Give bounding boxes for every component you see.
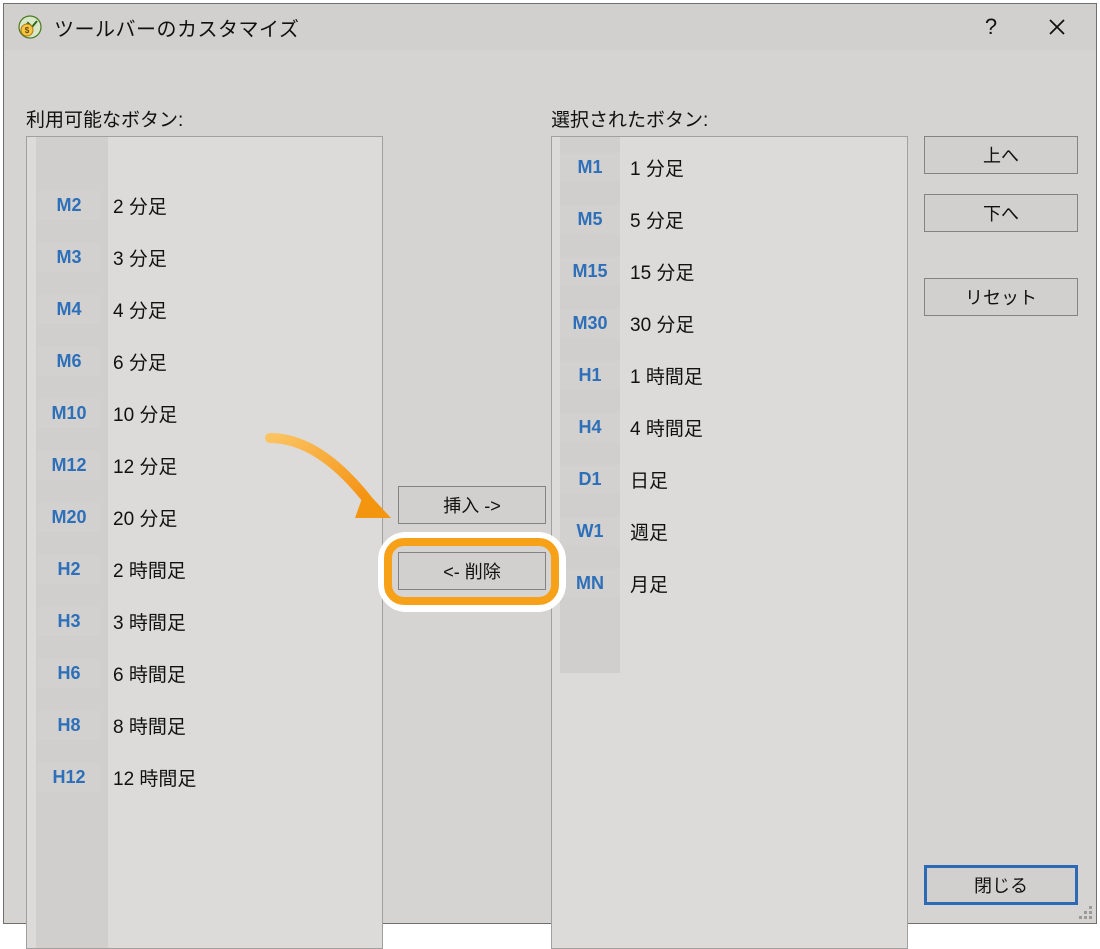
timeframe-code: M2 <box>38 191 100 220</box>
timeframe-code: D1 <box>560 465 620 494</box>
timeframe-code: M3 <box>38 243 100 272</box>
timeframe-code: M5 <box>560 205 620 234</box>
remove-button[interactable]: <- 削除 <box>398 552 546 590</box>
customize-toolbar-dialog: $ ツールバーのカスタマイズ ? 利用可能なボタン: 選択されたボタン: M22… <box>3 3 1097 924</box>
resize-grip[interactable] <box>1075 902 1093 920</box>
list-item[interactable]: M33 分足 <box>27 231 382 283</box>
close-window-button[interactable] <box>1024 4 1090 50</box>
timeframe-code: H3 <box>38 607 100 636</box>
list-item[interactable]: H88 時間足 <box>27 699 382 751</box>
timeframe-desc: 6 分足 <box>103 348 167 375</box>
help-icon: ? <box>985 14 997 40</box>
app-icon: $ <box>16 13 44 41</box>
timeframe-desc: 15 分足 <box>620 258 694 285</box>
list-item[interactable]: M3030 分足 <box>552 297 907 349</box>
close-icon <box>1048 18 1066 36</box>
list-item[interactable]: M2020 分足 <box>27 491 382 543</box>
timeframe-desc: 1 時間足 <box>620 362 703 389</box>
list-item[interactable]: H33 時間足 <box>27 595 382 647</box>
list-item[interactable]: H1212 時間足 <box>27 751 382 803</box>
timeframe-code: M20 <box>38 503 100 532</box>
close-button[interactable]: 閉じる <box>924 865 1078 905</box>
timeframe-code: W1 <box>560 517 620 546</box>
insert-button[interactable]: 挿入 -> <box>398 486 546 524</box>
timeframe-desc: 週足 <box>620 518 668 545</box>
timeframe-desc: 2 時間足 <box>103 556 186 583</box>
svg-text:$: $ <box>25 26 30 35</box>
timeframe-desc: 4 時間足 <box>620 414 703 441</box>
timeframe-code: H8 <box>38 711 100 740</box>
list-item[interactable]: D1日足 <box>552 453 907 505</box>
timeframe-desc: 1 分足 <box>620 154 684 181</box>
help-button[interactable]: ? <box>958 4 1024 50</box>
timeframe-desc: 3 時間足 <box>103 608 186 635</box>
timeframe-code: H1 <box>560 361 620 390</box>
list-item[interactable]: H11 時間足 <box>552 349 907 401</box>
timeframe-desc: 10 分足 <box>103 400 177 427</box>
list-item[interactable]: H44 時間足 <box>552 401 907 453</box>
timeframe-desc: 30 分足 <box>620 310 694 337</box>
available-listbox[interactable]: M22 分足M33 分足M44 分足M66 分足M1010 分足M1212 分足… <box>26 136 383 949</box>
list-item[interactable]: M1212 分足 <box>27 439 382 491</box>
list-item[interactable]: W1週足 <box>552 505 907 557</box>
timeframe-desc: 12 時間足 <box>103 764 196 791</box>
list-item[interactable]: M22 分足 <box>27 179 382 231</box>
timeframe-code: H6 <box>38 659 100 688</box>
timeframe-desc: 月足 <box>620 570 668 597</box>
list-item[interactable]: M1010 分足 <box>27 387 382 439</box>
list-item[interactable]: M11 分足 <box>552 141 907 193</box>
move-down-button[interactable]: 下へ <box>924 194 1078 232</box>
timeframe-code: H12 <box>38 763 100 792</box>
available-label: 利用可能なボタン: <box>26 105 183 132</box>
list-item[interactable]: MN月足 <box>552 557 907 609</box>
timeframe-desc: 20 分足 <box>103 504 177 531</box>
list-item[interactable]: H66 時間足 <box>27 647 382 699</box>
timeframe-code: H4 <box>560 413 620 442</box>
timeframe-desc: 12 分足 <box>103 452 177 479</box>
timeframe-code: M4 <box>38 295 100 324</box>
timeframe-code: M1 <box>560 153 620 182</box>
timeframe-desc: 日足 <box>620 466 668 493</box>
titlebar: $ ツールバーのカスタマイズ ? <box>4 4 1096 50</box>
list-item[interactable]: M1515 分足 <box>552 245 907 297</box>
selected-label: 選択されたボタン: <box>551 105 708 132</box>
timeframe-desc: 4 分足 <box>103 296 167 323</box>
timeframe-code: M30 <box>560 309 620 338</box>
dialog-title: ツールバーのカスタマイズ <box>54 13 958 42</box>
timeframe-code: M6 <box>38 347 100 376</box>
timeframe-code: M12 <box>38 451 100 480</box>
timeframe-code: M15 <box>560 257 620 286</box>
list-item[interactable]: H22 時間足 <box>27 543 382 595</box>
list-item[interactable]: M55 分足 <box>552 193 907 245</box>
move-up-button[interactable]: 上へ <box>924 136 1078 174</box>
reset-button[interactable]: リセット <box>924 278 1078 316</box>
timeframe-desc: 5 分足 <box>620 206 684 233</box>
timeframe-code: H2 <box>38 555 100 584</box>
list-item[interactable]: M44 分足 <box>27 283 382 335</box>
timeframe-desc: 3 分足 <box>103 244 167 271</box>
selected-listbox[interactable]: M11 分足M55 分足M1515 分足M3030 分足H11 時間足H44 時… <box>551 136 908 949</box>
timeframe-code: M10 <box>38 399 100 428</box>
timeframe-desc: 6 時間足 <box>103 660 186 687</box>
order-buttons: 上へ 下へ リセット <box>924 136 1078 336</box>
timeframe-desc: 8 時間足 <box>103 712 186 739</box>
dialog-content: 利用可能なボタン: 選択されたボタン: M22 分足M33 分足M44 分足M6… <box>4 50 1096 923</box>
list-item[interactable]: M66 分足 <box>27 335 382 387</box>
timeframe-desc: 2 分足 <box>103 192 167 219</box>
timeframe-code: MN <box>560 569 620 598</box>
